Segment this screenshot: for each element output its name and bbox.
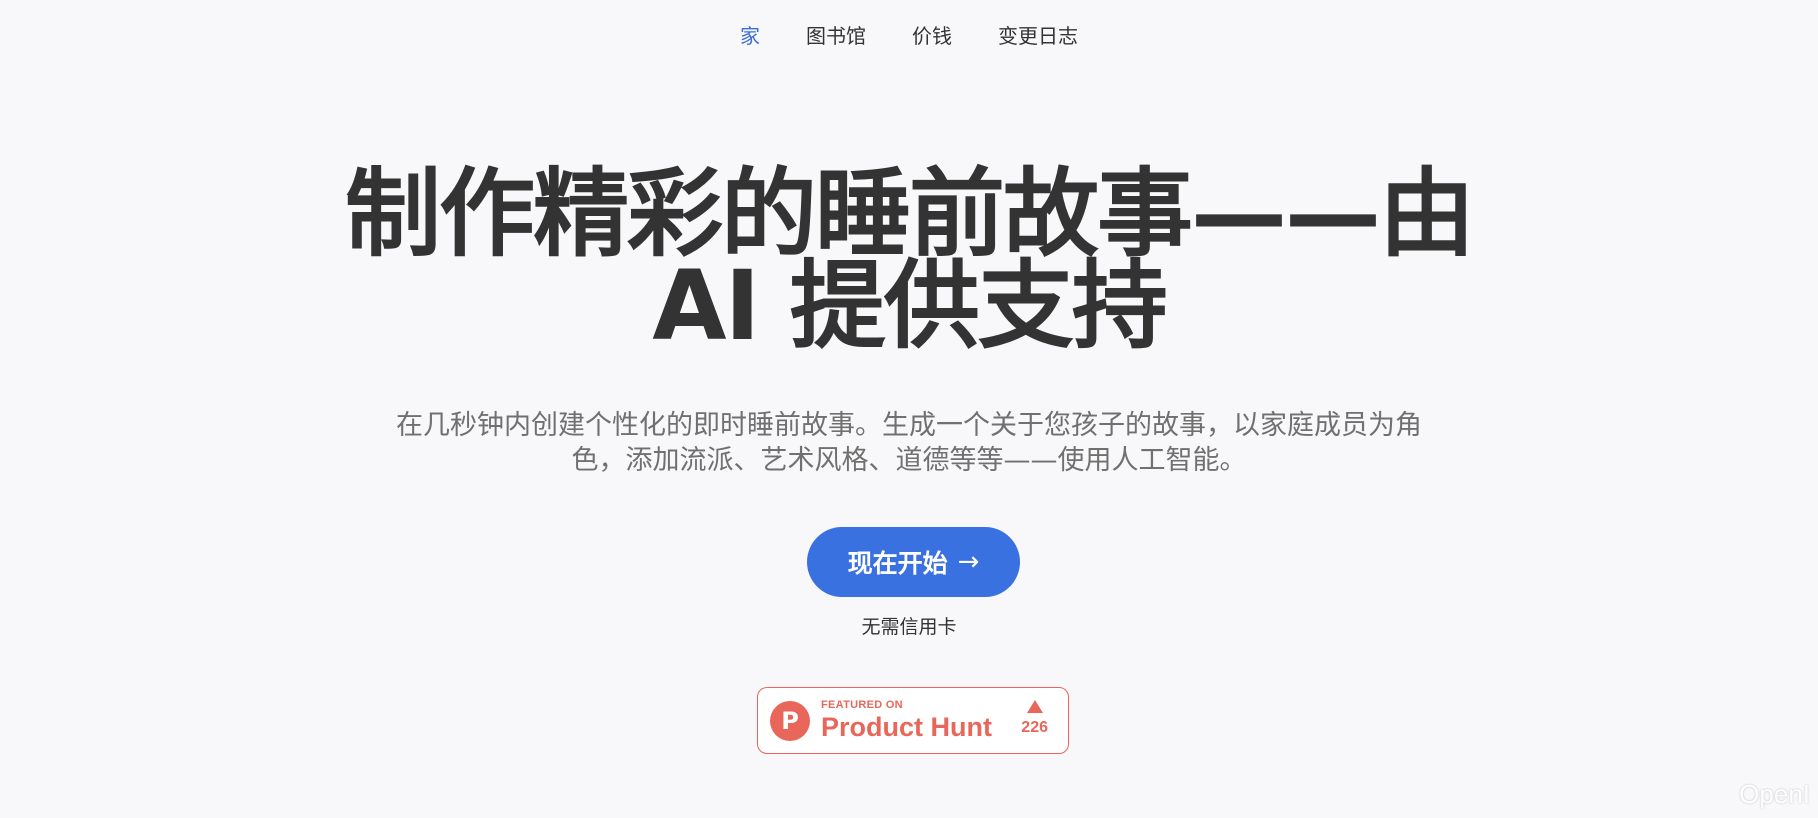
product-hunt-logo-icon: P [770,700,810,741]
product-hunt-text: FEATURED ON Product Hunt [821,699,992,742]
product-hunt-votes: 226 [1021,700,1048,737]
hero-subtitle: 在几秒钟内创建个性化的即时睡前故事。生成一个关于您孩子的故事，以家庭成员为角色，… [396,410,1422,476]
page: 家 图书馆 价钱 变更日志 制作精彩的睡前故事——由 AI 提供支持 在几秒钟内… [0,0,1818,818]
start-now-label: 现在开始 [847,549,948,578]
nav-item-library[interactable]: 图书馆 [806,20,866,49]
nav-item-home[interactable]: 家 [740,20,760,49]
top-nav: 家 图书馆 价钱 变更日志 [0,20,1818,49]
hero-title: 制作精彩的睡前故事——由 AI 提供支持 [0,158,1818,362]
hero-title-line-2: AI 提供支持 [652,250,1167,362]
start-now-button[interactable]: 现在开始 → [807,527,1020,597]
no-credit-card-note: 无需信用卡 [861,616,957,638]
nav-item-pricing[interactable]: 价钱 [912,20,952,49]
nav-item-changelog[interactable]: 变更日志 [998,20,1078,49]
product-hunt-featured-label: FEATURED ON [821,699,903,711]
product-hunt-badge[interactable]: P FEATURED ON Product Hunt 226 [757,687,1069,754]
arrow-right-icon: → [957,547,980,577]
upvote-triangle-icon [1026,700,1043,713]
hero-title-line-1: 制作精彩的睡前故事——由 [345,158,1475,270]
product-hunt-name: Product Hunt [821,712,992,742]
product-hunt-vote-count: 226 [1021,719,1048,736]
watermark: OpenI [1739,779,1810,809]
